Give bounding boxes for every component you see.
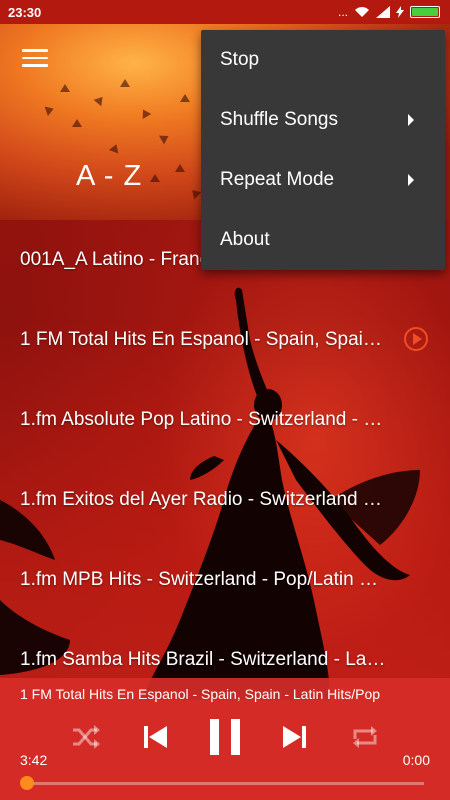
menu-item-about[interactable]: About [201, 210, 445, 270]
now-playing-title: 1 FM Total Hits En Espanol - Spain, Spai… [20, 686, 381, 702]
battery-fill [412, 8, 438, 16]
more-dots-icon: ... [337, 5, 348, 19]
seek-bar[interactable] [20, 776, 424, 790]
charging-icon [396, 6, 404, 18]
repeat-icon[interactable] [347, 719, 383, 755]
station-label: 1.fm Absolute Pop Latino - Switzerland -… [20, 409, 386, 430]
player-bar: 1 FM Total Hits En Espanol - Spain, Spai… [0, 678, 450, 800]
now-playing-icon[interactable] [404, 327, 428, 351]
list-item[interactable]: 1.fm MPB Hits - Switzerland - Pop/Latin … [0, 540, 450, 620]
station-label: 1.fm MPB Hits - Switzerland - Pop/Latin … [20, 569, 386, 590]
menu-item-label: Stop [220, 49, 260, 70]
signal-icon [376, 6, 390, 18]
status-icons: ... [338, 5, 440, 19]
page-title: A - Z [76, 160, 143, 192]
station-label: 1.fm Samba Hits Brazil - Switzerland - L… [20, 649, 386, 670]
next-icon[interactable] [277, 719, 313, 755]
battery-icon [410, 6, 440, 18]
menu-item-repeat-mode[interactable]: Repeat Mode [201, 150, 445, 210]
menu-item-shuffle-songs[interactable]: Shuffle Songs [201, 90, 445, 150]
submenu-arrow-icon [408, 174, 414, 186]
pause-icon[interactable] [205, 719, 245, 755]
hamburger-menu-icon[interactable] [22, 49, 48, 69]
station-label: 1.fm Exitos del Ayer Radio - Switzerland… [20, 489, 386, 510]
seek-thumb[interactable] [20, 776, 34, 790]
list-item[interactable]: 1.fm Absolute Pop Latino - Switzerland -… [0, 380, 450, 460]
menu-item-label: Shuffle Songs [220, 109, 338, 130]
submenu-arrow-icon [408, 114, 414, 126]
status-bar: 23:30 ... [0, 0, 450, 24]
status-time: 23:30 [8, 4, 42, 20]
menu-item-stop[interactable]: Stop [201, 30, 445, 90]
list-item[interactable]: 1 FM Total Hits En Espanol - Spain, Spai… [0, 300, 450, 380]
menu-item-label: Repeat Mode [220, 169, 335, 190]
overflow-menu: Stop Shuffle Songs Repeat Mode About [201, 30, 445, 270]
wifi-icon [355, 7, 369, 17]
total-time: 0:00 [402, 752, 430, 768]
menu-item-label: About [220, 229, 270, 250]
station-list: 001A_A Latino - France - Latin Hits/Pop … [0, 220, 450, 700]
shuffle-icon[interactable] [67, 719, 103, 755]
list-item[interactable]: 1.fm Exitos del Ayer Radio - Switzerland… [0, 460, 450, 540]
station-label: 1 FM Total Hits En Espanol - Spain, Spai… [20, 329, 386, 350]
previous-icon[interactable] [137, 719, 173, 755]
elapsed-time: 3:42 [20, 752, 48, 768]
